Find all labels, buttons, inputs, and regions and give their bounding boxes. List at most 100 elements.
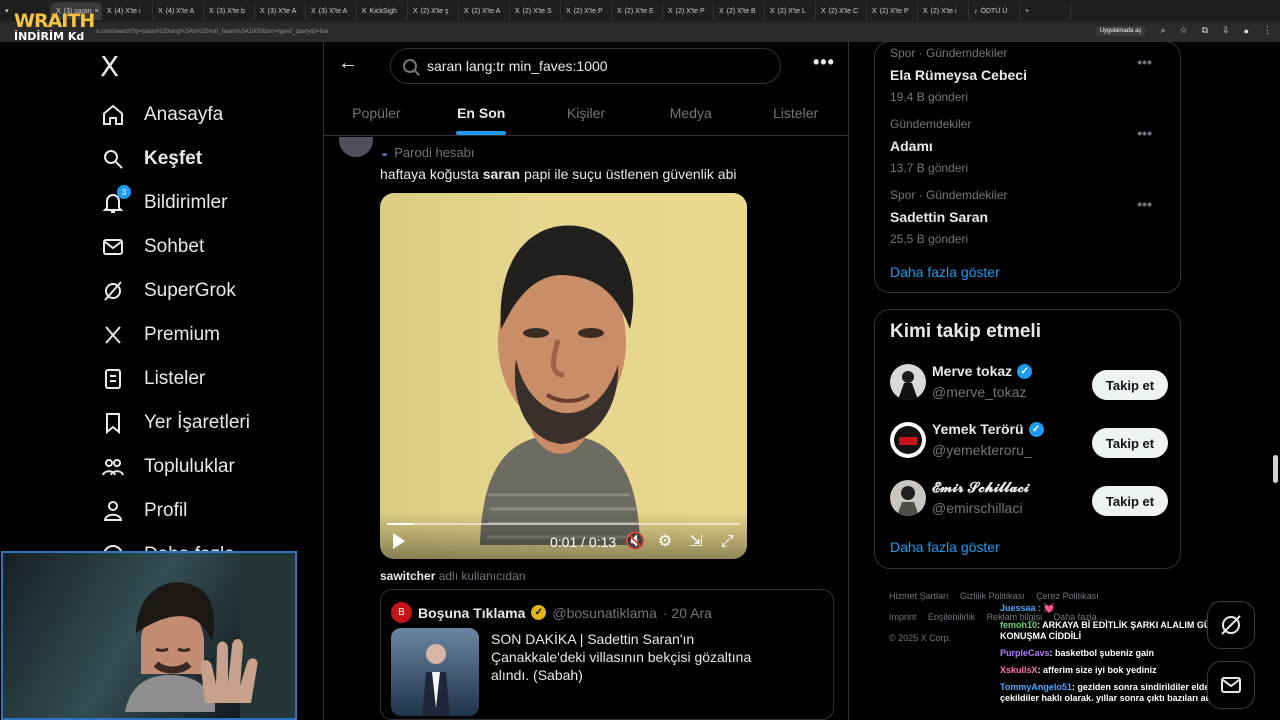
open-in-app-button[interactable]: Uygulamada aç (1094, 25, 1147, 36)
sidebar-item-notifications[interactable]: 3 Bildirimler (100, 181, 227, 225)
footer-link[interactable]: Gizlilik Politikası (960, 591, 1025, 601)
search-input[interactable] (427, 58, 757, 74)
sidebar-item-home[interactable]: Anasayfa (100, 93, 223, 137)
picture-in-picture-icon[interactable]: ⇲ (687, 533, 705, 549)
browser-tab[interactable]: X (2) X'te E (612, 2, 663, 20)
tweet[interactable]: ◒ Parodi hesabı haftaya koğusta saran pap… (324, 137, 848, 720)
sidebar-item-lists[interactable]: Listeler (100, 357, 205, 401)
sidebar-item-profile[interactable]: Profil (100, 489, 187, 533)
mask-icon: ◒ (381, 145, 389, 160)
browser-tab[interactable]: K KickSigh (357, 2, 408, 20)
avatar[interactable] (890, 480, 926, 516)
quoted-account-handle[interactable]: @bosunatiklama (552, 605, 657, 621)
browser-tab[interactable]: X (2) X'te A (459, 2, 510, 20)
download-icon[interactable]: ⇩ (1222, 25, 1230, 36)
footer-link[interactable]: Imprint (889, 612, 917, 622)
suggested-name[interactable]: Yemek Terörü ✓ (932, 421, 1044, 437)
more-options-icon[interactable]: ••• (1137, 196, 1152, 212)
browser-tab[interactable]: ♪ ÖDTÜ Ü (969, 2, 1020, 20)
browser-tab[interactable]: X (2) X'te ş (408, 2, 459, 20)
suggested-name[interactable]: Merve tokaz ✓ (932, 363, 1033, 379)
quoted-account-name[interactable]: Boşuna Tıklama (418, 605, 525, 621)
grok-floating-button[interactable] (1207, 601, 1255, 649)
settings-gear-icon[interactable]: ⚙ (656, 533, 674, 549)
footer-link[interactable]: Çerez Politikası (1036, 591, 1099, 601)
browser-menu-icon[interactable]: ⋮ (1263, 25, 1272, 36)
browser-tab[interactable]: X (2) X'te P (867, 2, 918, 20)
follow-suggestion[interactable]: Merve tokaz ✓ @merve_tokaz Takip et (890, 360, 1168, 408)
play-icon[interactable] (393, 533, 405, 549)
follow-button[interactable]: Takip et (1092, 370, 1168, 400)
tab-people[interactable]: Kişiler (534, 90, 639, 135)
mail-icon (1221, 677, 1241, 693)
tab-media[interactable]: Medya (638, 90, 743, 135)
messages-floating-button[interactable] (1207, 661, 1255, 709)
browser-tab[interactable]: X (2) X'te C (816, 2, 867, 20)
tab-latest[interactable]: En Son (429, 90, 534, 135)
address-bar[interactable]: x.com/search?q=saran%20lang%3Atr%20min_f… (0, 22, 1280, 42)
tweet-text: haftaya koğusta saran papi ile suçu üstl… (380, 166, 737, 182)
scrollbar-thumb[interactable] (1273, 455, 1278, 483)
follow-button[interactable]: Takip et (1092, 486, 1168, 516)
browser-tab[interactable]: X (2) X'te P (663, 2, 714, 20)
sidebar-item-supergrok[interactable]: SuperGrok (100, 269, 236, 313)
trend-item[interactable]: Spor · Gündemdekiler Sadettin Saran 25,5… (890, 188, 1160, 246)
trend-item[interactable]: Gündemdekiler Adamı 13,7 B gönderi ••• (890, 117, 1160, 175)
footer-link[interactable]: Erişilebilirlik (928, 612, 975, 622)
stream-brand-overlay: WRAITH İNDİRİM Kd (14, 10, 95, 43)
sidebar-item-premium[interactable]: Premium (100, 313, 220, 357)
more-options-icon[interactable]: ••• (1137, 54, 1152, 70)
tweet-video[interactable]: 0:01 / 0:13 🔇 ⚙ ⇲ ⤢ (380, 193, 747, 559)
sidebar-item-bookmarks[interactable]: Yer İşaretleri (100, 401, 250, 445)
more-options-icon[interactable]: ••• (813, 52, 835, 73)
suggested-name[interactable]: 𝓔𝓶𝓲𝓻 𝓢𝓬𝓱𝓲𝓵𝓵𝓪𝓬𝓲 (932, 479, 1029, 496)
video-progress-bar[interactable] (387, 523, 740, 525)
sidebar-item-label: Yer İşaretleri (144, 412, 250, 433)
quoted-image[interactable] (391, 628, 479, 716)
back-arrow-icon[interactable]: ← (338, 53, 358, 73)
search-icon (403, 59, 417, 73)
browser-tab[interactable]: X (2) X'te L (765, 2, 816, 20)
sidebar-item-communities[interactable]: Topluluklar (100, 445, 235, 489)
avatar[interactable] (339, 137, 373, 157)
browser-tab[interactable]: X (2) X'te i (918, 2, 969, 20)
footer-link[interactable]: Hizmet Şartları (889, 591, 949, 601)
more-options-icon[interactable]: ••• (1137, 125, 1152, 141)
browser-tab[interactable]: X (3) X'te A (306, 2, 357, 20)
trend-item[interactable]: Spor · Gündemdekiler Ela Rümeysa Cebeci … (890, 46, 1160, 104)
follow-suggestion[interactable]: Yemek Terörü ✓ @yemekteroru_ Takip et (890, 418, 1168, 466)
quoted-tweet[interactable]: B Boşuna Tıklama ✓ @bosunatiklama · 20 A… (380, 589, 834, 720)
x-tab-icon: X (209, 7, 214, 15)
close-icon[interactable]: × (95, 8, 99, 15)
browser-tab[interactable]: X (3) X'te A (255, 2, 306, 20)
fullscreen-icon[interactable]: ⤢ (718, 533, 736, 549)
tab-lists[interactable]: Listeler (743, 90, 848, 135)
follow-suggestion[interactable]: 𝓔𝓶𝓲𝓻 𝓢𝓬𝓱𝓲𝓵𝓵𝓪𝓬𝓲 @emirschillaci Takip et (890, 476, 1168, 524)
extensions-icon[interactable]: ⧉ (1202, 25, 1208, 36)
bookmark-star-icon[interactable]: ☆ (1180, 25, 1188, 36)
x-tab-icon: X (311, 7, 316, 15)
mute-icon[interactable]: 🔇 (625, 533, 645, 549)
follow-button[interactable]: Takip et (1092, 428, 1168, 458)
x-logo[interactable]: X (100, 53, 126, 81)
follow-show-more-link[interactable]: Daha fazla göster (890, 539, 1000, 555)
profile-icon[interactable]: ● (1244, 26, 1249, 36)
browser-tab[interactable]: X (4) X'te i (102, 2, 153, 20)
zoom-icon[interactable]: ⌕ (1160, 25, 1165, 36)
streamer-webcam (1, 551, 297, 720)
sidebar-item-chat[interactable]: Sohbet (100, 225, 204, 269)
avatar[interactable] (890, 422, 926, 458)
trends-show-more-link[interactable]: Daha fazla göster (890, 264, 1000, 280)
browser-tab[interactable]: X (3) X'te b (204, 2, 255, 20)
video-control-icons: 🔇 ⚙ ⇲ ⤢ (625, 533, 736, 549)
browser-tab[interactable]: X (2) X'te B (714, 2, 765, 20)
browser-tab[interactable]: X (2) X'te P (561, 2, 612, 20)
tab-popular[interactable]: Popüler (324, 90, 429, 135)
avatar[interactable] (890, 364, 926, 400)
sidebar-item-explore[interactable]: Keşfet (100, 137, 202, 181)
search-box[interactable] (390, 48, 781, 84)
browser-tab[interactable]: X (4) X'te A (153, 2, 204, 20)
communities-icon (100, 454, 126, 480)
new-tab-button[interactable]: + (1020, 2, 1071, 20)
browser-tab[interactable]: X (2) X'te S (510, 2, 561, 20)
